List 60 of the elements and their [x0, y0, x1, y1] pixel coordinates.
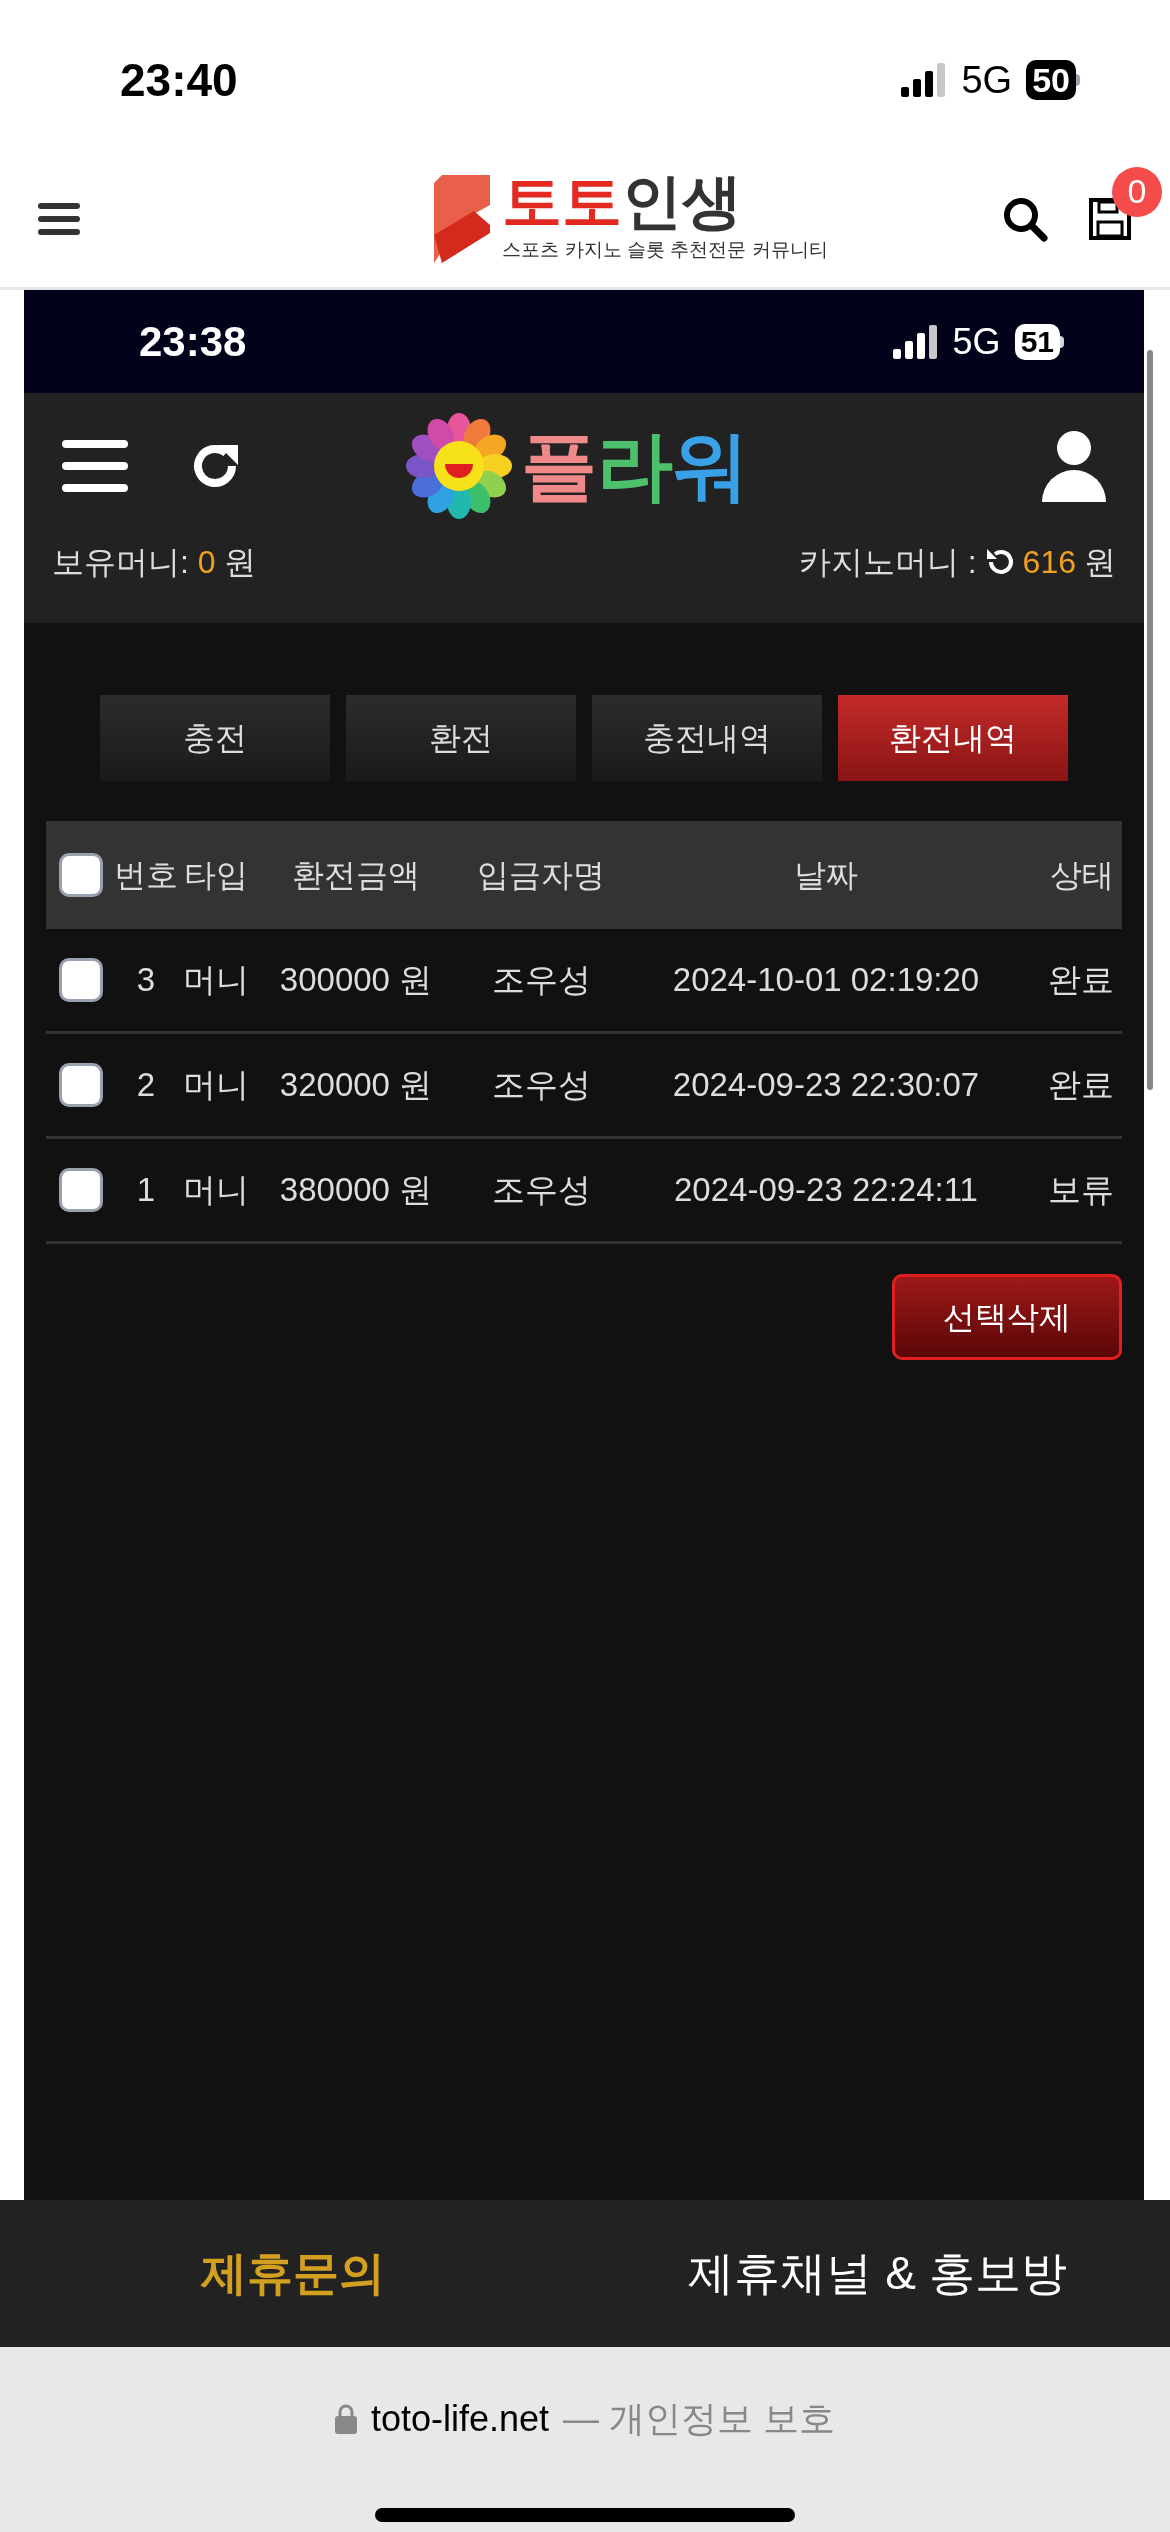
- flower-icon: [405, 411, 513, 520]
- balance-text: 보유머니: 0 원: [52, 543, 257, 582]
- app-logo-text: 플라워: [521, 427, 749, 504]
- delete-button[interactable]: 선택삭제: [892, 1274, 1122, 1360]
- table-cell-text: 보류: [1048, 1170, 1115, 1211]
- table-cell-text: 2024-10-01 02:19:20: [672, 960, 980, 1001]
- table-cell-text: 완료: [1048, 1065, 1115, 1106]
- logo-tagline: 스포츠 카지노 슬롯 추천전문 커뮤니티: [502, 238, 828, 263]
- tab[interactable]: 충전: [100, 695, 330, 781]
- menu-icon[interactable]: [38, 200, 80, 237]
- checkbox[interactable]: [59, 853, 103, 897]
- checkbox[interactable]: [59, 958, 103, 1002]
- table-cell-text: 300000 원: [279, 960, 433, 1001]
- table-cell-text: 2024-09-23 22:30:07: [672, 1065, 980, 1106]
- table-cell-text: 2: [136, 1065, 156, 1106]
- tab[interactable]: 환전내역: [838, 695, 1068, 781]
- table-cell-text: 380000 원: [279, 1170, 433, 1211]
- column-header: 타입: [184, 856, 248, 895]
- table-cell-text: 머니: [183, 960, 249, 1001]
- table-cell-text: 2024-09-23 22:24:11: [674, 1170, 978, 1211]
- tab[interactable]: 충전내역: [592, 695, 822, 781]
- search-icon[interactable]: [1002, 195, 1048, 242]
- table-cell-text: 3: [136, 960, 156, 1001]
- footer-link[interactable]: 제휴채널 & 홍보방: [585, 2239, 1170, 2308]
- currency-unit: 원: [1084, 543, 1116, 582]
- column-header: 번호: [114, 856, 178, 895]
- column-header: 날짜: [794, 856, 858, 895]
- column-header: 환전금액: [292, 856, 420, 895]
- lock-icon: [334, 2404, 357, 2434]
- table-cell-text: 머니: [183, 1065, 249, 1106]
- user-icon[interactable]: [1042, 429, 1106, 502]
- table-cell-text: 완료: [1048, 960, 1115, 1001]
- casino-balance-amount: 616: [1022, 543, 1076, 582]
- table-cell-text: 조우성: [491, 1065, 591, 1106]
- checkbox[interactable]: [59, 1168, 103, 1212]
- refresh-icon[interactable]: [984, 547, 1015, 577]
- table-cell-text: 머니: [183, 1170, 249, 1211]
- tab[interactable]: 환전: [346, 695, 576, 781]
- column-header: 상태: [1050, 856, 1115, 895]
- table-cell-text: 조우성: [491, 960, 591, 1001]
- site-logo-text: 토토인생: [502, 172, 744, 233]
- network-label: 5G: [952, 319, 1001, 364]
- menu-icon[interactable]: [62, 437, 128, 494]
- footer-link[interactable]: 제휴문의: [0, 2239, 585, 2308]
- table-cell-text: 조우성: [491, 1170, 591, 1211]
- casino-balance-label: 카지노머니 :: [798, 543, 977, 582]
- network-label: 5G: [961, 57, 1013, 103]
- signal-icon: [892, 324, 939, 359]
- logo-icon: [434, 174, 491, 263]
- url-text[interactable]: toto-life.net: [370, 2392, 550, 2446]
- privacy-label: — 개인정보 보호: [563, 2397, 836, 2441]
- column-header: 입금자명: [477, 856, 605, 895]
- signal-icon: [901, 63, 948, 97]
- count-badge: 0: [1112, 166, 1162, 217]
- status-time: 23:40: [120, 52, 238, 108]
- scrollbar[interactable]: [1147, 350, 1153, 1090]
- table-cell-text: 320000 원: [279, 1065, 433, 1106]
- table-cell-text: 1: [136, 1170, 156, 1211]
- checkbox[interactable]: [59, 1063, 103, 1107]
- status-time: 23:38: [139, 317, 247, 367]
